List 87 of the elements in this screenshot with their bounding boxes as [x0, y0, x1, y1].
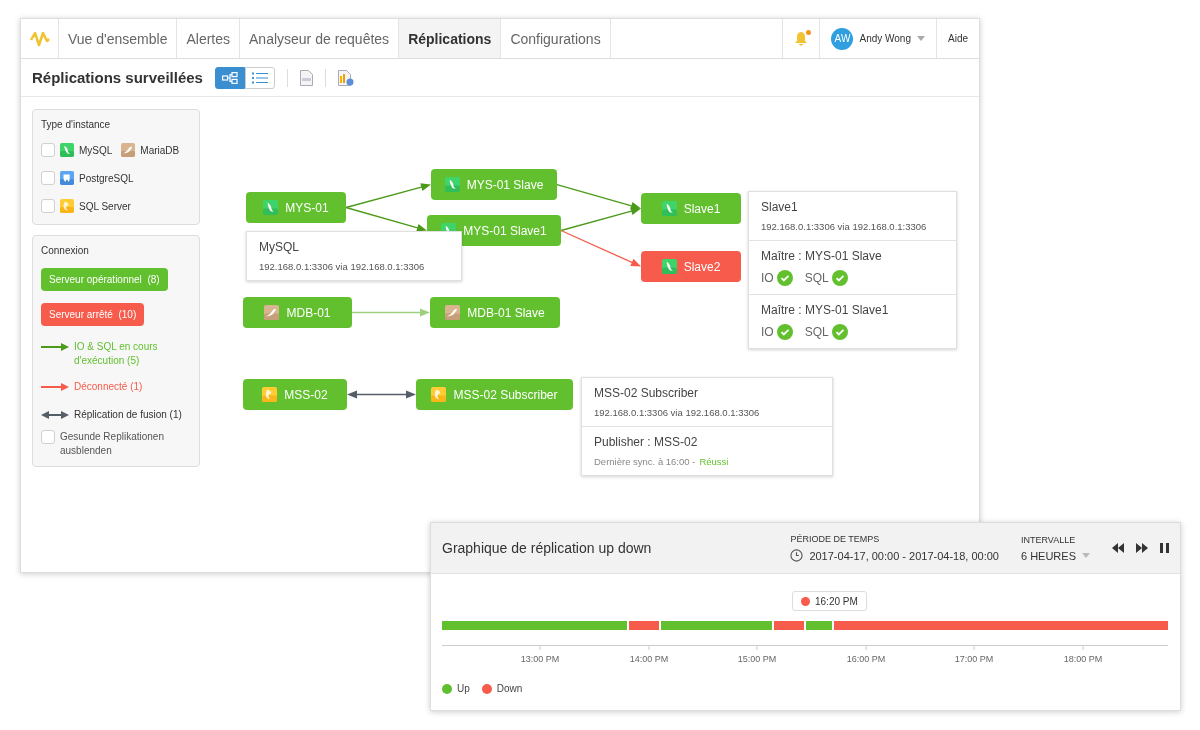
help-link[interactable]: Aide [948, 33, 968, 44]
check-label: IO [761, 325, 774, 339]
nav-tab[interactable]: Analyseur de requêtes [240, 19, 400, 58]
page-title: Réplications surveillées [32, 69, 203, 86]
sync-status: Réussi [699, 456, 729, 467]
axis-label: 18:00 PM [1063, 654, 1103, 664]
clock-icon [790, 549, 804, 562]
axis-label: 17:00 PM [954, 654, 994, 664]
filter-label: MySQL [79, 144, 113, 156]
user-avatar[interactable]: AW [831, 27, 854, 50]
list-icon [251, 71, 268, 84]
master-label: Maître : MYS-01 Slave1 [761, 303, 890, 317]
checkbox[interactable] [41, 171, 55, 185]
server-icon [431, 387, 447, 402]
address-text: 192.168.0.1:3306 via 192.168.0.1:3306 [594, 407, 761, 418]
server-node[interactable]: MYS-01 Slave [431, 169, 557, 200]
checkbox-label: Gesunde Replikationen ausblenden [60, 430, 165, 458]
server-node[interactable]: MSS-02 [243, 379, 347, 410]
sync-time: Dernière sync. à 16:00 - [594, 456, 696, 467]
user-name[interactable]: Andy Wong [859, 33, 911, 44]
server-node[interactable]: MSS-02 Subscriber [416, 379, 573, 410]
double-arrow-icon [41, 410, 69, 420]
nav-tab[interactable]: Alertes [177, 19, 241, 58]
address-text: 192.168.0.1:3306 via 192.168.0.1:3306 [761, 221, 928, 232]
axis-label: 15:00 PM [737, 654, 777, 664]
chart-document-icon [337, 69, 354, 86]
axis-label: 13:00 PM [520, 654, 560, 664]
server-icon [60, 199, 74, 213]
seal-icon [264, 305, 280, 320]
server-node[interactable]: Slave2 [641, 251, 741, 282]
double-arrow [347, 390, 416, 399]
legend-label: Déconnecté (1) [74, 380, 143, 394]
nav-tab[interactable]: Configurations [501, 19, 611, 58]
status-badge[interactable]: Serveur arrêté (10) [41, 303, 145, 326]
publisher-label: Publisher : MSS-02 [594, 435, 699, 449]
rewind-icon[interactable] [1112, 543, 1124, 553]
field-label: PÉRIODE DE TEMPS [790, 534, 881, 544]
legend-label: Up [457, 683, 470, 694]
master-label: Maître : MYS-01 Slave [761, 249, 883, 263]
arrow-icon [41, 382, 69, 392]
bell-icon[interactable] [794, 30, 809, 47]
seal-icon [121, 143, 136, 157]
server-node[interactable]: MDB-01 Slave [430, 297, 560, 328]
legend-label: Down [496, 683, 523, 694]
arrow-icon [41, 342, 69, 352]
checkbox[interactable] [41, 143, 55, 157]
check-label: IO [761, 271, 774, 285]
view-toggle[interactable] [244, 66, 275, 89]
panel-title: Type d'instance [41, 119, 112, 130]
legend-label: IO & SQL en cours d'exécution (5) [74, 340, 159, 368]
card-title: MSS-02 Subscriber [594, 386, 700, 400]
time-marker: 16:20 PM [792, 591, 867, 611]
card-title: MySQL [259, 240, 300, 254]
check-label: SQL [804, 271, 829, 285]
server-icon [262, 387, 278, 402]
interval-dropdown[interactable]: 6 HEURES [1020, 549, 1090, 562]
server-node[interactable]: MYS-01 [246, 192, 346, 223]
logo-icon[interactable] [29, 30, 50, 47]
elephant-icon [60, 171, 74, 185]
field-label: INTERVALLE [1020, 534, 1077, 545]
address-text: 192.168.0.1:3306 via 192.168.0.1:3306 [259, 261, 426, 272]
pause-icon[interactable] [1160, 543, 1169, 553]
server-node[interactable]: Slave1 [641, 193, 741, 224]
panel-title: Connexion [41, 245, 90, 256]
diagram-icon [221, 71, 238, 84]
checkbox[interactable] [41, 430, 55, 444]
caret-icon[interactable] [917, 36, 925, 41]
nav-tab[interactable]: Vue d'ensemble [59, 19, 178, 58]
fast-forward-icon[interactable] [1136, 543, 1148, 553]
status-badge[interactable]: Serveur opérationnel (8) [41, 268, 168, 291]
view-toggle[interactable] [214, 66, 245, 89]
nav-tab[interactable]: Réplications [399, 19, 502, 58]
server-node[interactable]: MDB-01 [243, 297, 352, 328]
filter-label: MariaDB [140, 144, 180, 156]
document-icon [299, 69, 313, 86]
checkbox[interactable] [41, 199, 55, 213]
filter-label: PostgreSQL [79, 172, 134, 184]
check-label: SQL [804, 325, 829, 339]
period-value[interactable]: 2017-04-17, 00:00 - 2017-04-18, 00:00 [809, 549, 999, 562]
panel-title: Graphique de réplication up down [442, 540, 653, 556]
filter-label: SQL Server [79, 200, 131, 212]
seal-icon [445, 305, 461, 320]
axis-label: 14:00 PM [629, 654, 669, 664]
card-title: Slave1 [761, 200, 799, 214]
legend-label: Réplication de fusion (1) [74, 408, 182, 422]
axis-label: 16:00 PM [846, 654, 886, 664]
caret-icon[interactable] [1082, 553, 1090, 558]
